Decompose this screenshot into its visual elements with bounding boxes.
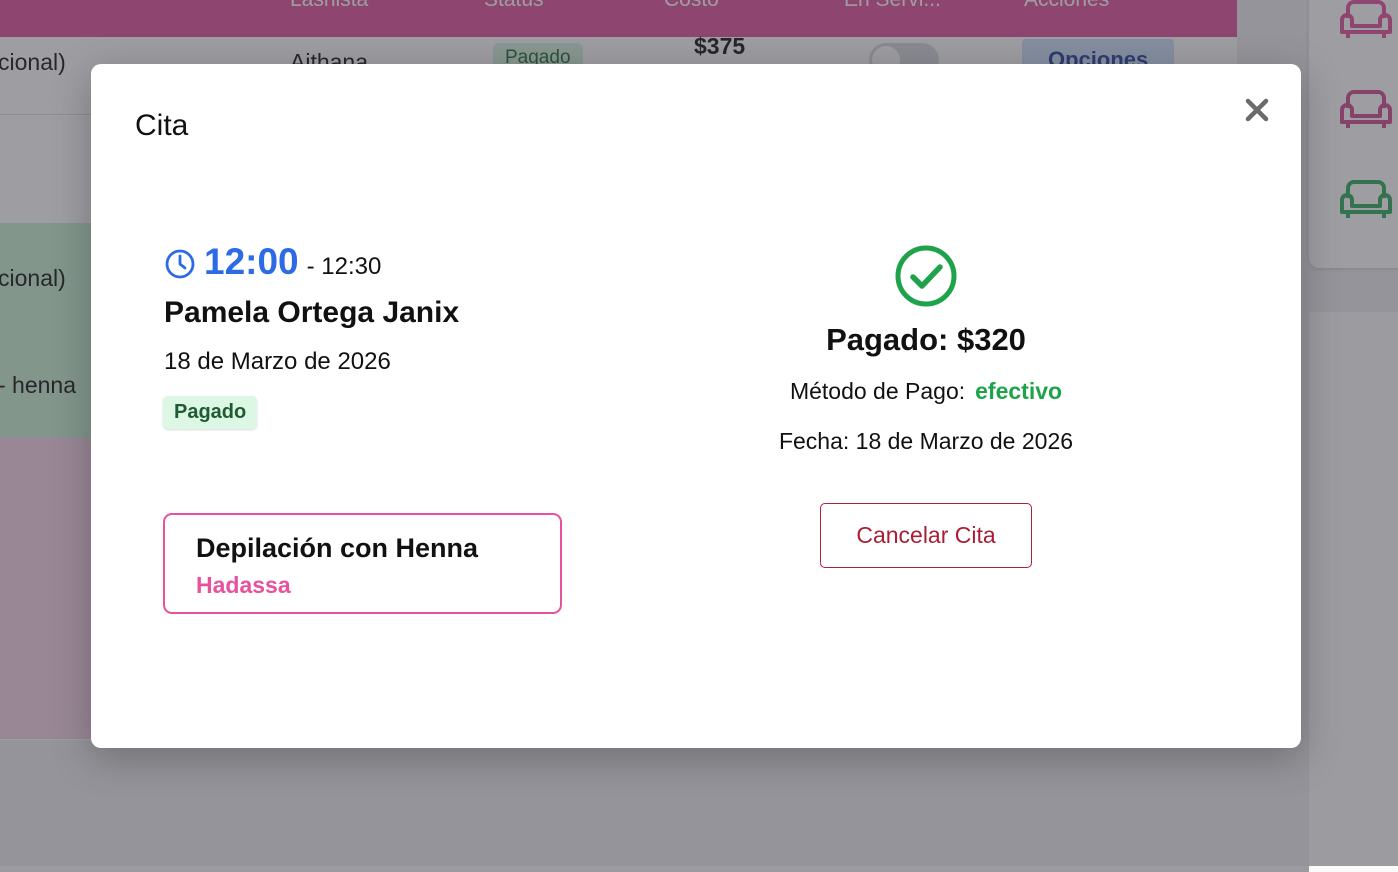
status-badge: Pagado — [163, 396, 258, 429]
payment-method: Método de Pago: efectivo — [726, 378, 1126, 405]
client-name: Pamela Ortega Janix — [164, 296, 460, 329]
payment-date: Fecha: 18 de Marzo de 2026 — [778, 428, 1074, 454]
end-time: - 12:30 — [306, 253, 382, 280]
cancel-appointment-button[interactable]: Cancelar Cita — [820, 503, 1032, 568]
appointment-time: 12:00 - 12:30 — [164, 241, 381, 283]
start-time: 12:00 — [204, 241, 299, 282]
clock-icon — [165, 249, 195, 279]
close-icon[interactable] — [1244, 97, 1270, 123]
close-button[interactable] — [1239, 92, 1275, 128]
appointment-modal: Cita 12:00 - 12:30 Pamela Ortega Janix 1… — [91, 64, 1301, 748]
payment-method-label: Método de Pago: — [789, 378, 966, 404]
modal-title: Cita — [135, 109, 189, 142]
check-circle-icon — [895, 245, 957, 307]
service-staff: Hadassa — [196, 572, 291, 598]
appointment-date: 18 de Marzo de 2026 — [164, 348, 391, 375]
payment-method-value: efectivo — [975, 378, 1063, 404]
service-card: Depilación con Henna Hadassa — [163, 513, 562, 614]
service-name: Depilación con Henna — [196, 533, 479, 563]
payment-amount: Pagado: $320 — [826, 322, 1026, 357]
